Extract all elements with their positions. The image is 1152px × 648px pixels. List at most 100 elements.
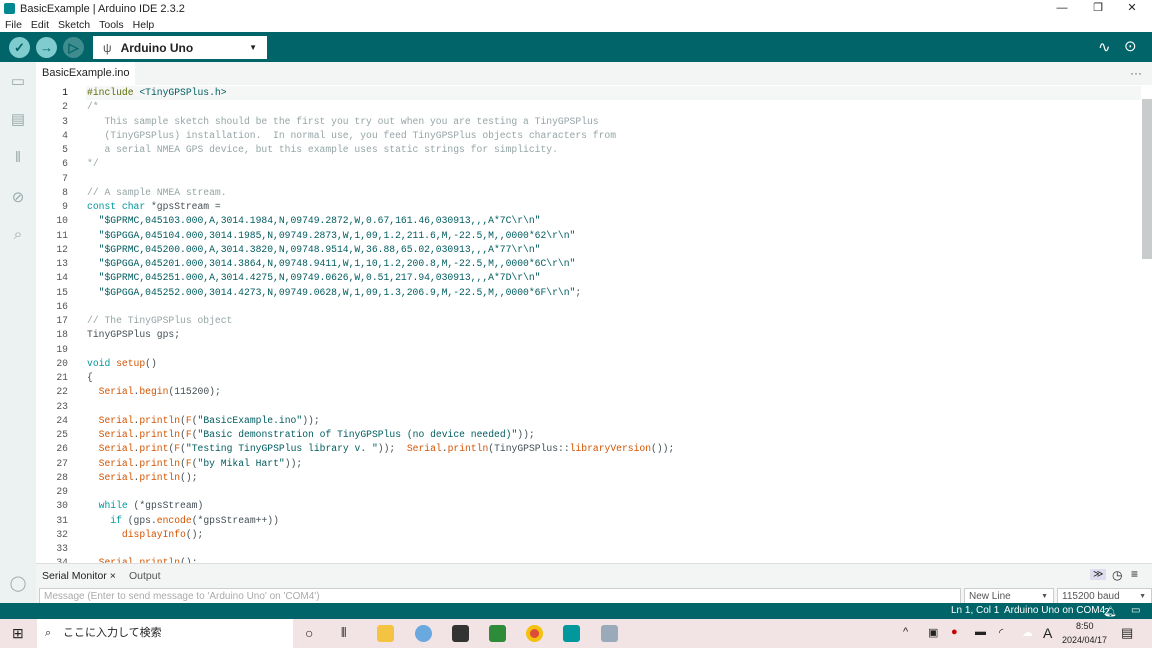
code-token: "$GPRMC,045251.000,A,3014.4275,N,09749.0… <box>87 272 541 284</box>
tray-icon[interactable]: ▣ <box>928 626 938 639</box>
code-token: println <box>139 414 181 426</box>
tab-output[interactable]: Output <box>129 570 161 582</box>
code-line[interactable]: const char *gpsStream = <box>87 200 221 214</box>
battery-icon[interactable]: ▬ <box>975 626 986 638</box>
wifi-icon[interactable]: ◜ <box>999 626 1003 639</box>
close-icon[interactable]: × <box>110 570 116 582</box>
taskbar-search[interactable]: ⌕ ここに入力して検索 <box>37 619 293 648</box>
notification-center-icon[interactable]: ▤ <box>1121 625 1133 641</box>
folder-icon[interactable]: ▭ <box>8 72 28 90</box>
tab-basicexample[interactable]: BasicExample.ino <box>36 62 136 85</box>
menu-edit[interactable]: Edit <box>31 19 49 31</box>
library-icon[interactable]: ‖ <box>8 149 28 167</box>
menu-sketch[interactable]: Sketch <box>58 19 90 31</box>
account-icon[interactable]: ◯ <box>8 574 28 592</box>
store-icon[interactable] <box>452 625 469 642</box>
menu-file[interactable]: File <box>5 19 22 31</box>
code-line[interactable]: "$GPRMC,045103.000,A,3014.1984,N,09749.2… <box>87 214 541 228</box>
line-number: 14 <box>56 272 68 284</box>
board-selector[interactable]: ψ Arduino Uno ▼ <box>93 36 267 59</box>
code-line[interactable]: Serial.println(F("by Mikal Hart")); <box>87 457 303 471</box>
code-line[interactable]: Serial.begin(115200); <box>87 385 221 399</box>
board-manager-icon[interactable]: ▤ <box>8 110 28 128</box>
info-app-icon[interactable] <box>415 625 432 642</box>
code-line[interactable]: // The TinyGPSPlus object <box>87 314 232 328</box>
paint-icon[interactable] <box>601 625 618 642</box>
debug-button[interactable]: ▷ <box>63 37 84 58</box>
baud-value: 115200 baud <box>1062 591 1120 602</box>
close-button[interactable]: ✕ <box>1116 0 1148 17</box>
code-line[interactable]: while (*gpsStream) <box>87 499 204 513</box>
file-explorer-icon[interactable] <box>377 625 394 642</box>
windows-start-icon[interactable]: ⊞ <box>12 625 24 642</box>
cortana-icon[interactable]: ○ <box>305 625 313 641</box>
line-number: 20 <box>56 357 68 369</box>
cursor-position[interactable]: Ln 1, Col 1 <box>951 605 999 616</box>
code-token: )); <box>377 443 407 455</box>
code-line[interactable]: void setup() <box>87 357 157 371</box>
line-number: 26 <box>56 443 68 455</box>
code-line[interactable]: // A sample NMEA stream. <box>87 186 227 200</box>
more-icon[interactable]: ··· <box>1130 66 1142 80</box>
arduino-taskbar-icon[interactable] <box>563 625 580 642</box>
code-line[interactable]: "$GPRMC,045200.000,A,3014.3820,N,09748.9… <box>87 243 541 257</box>
excel-app-icon[interactable] <box>489 625 506 642</box>
monitor-icon[interactable]: ⊙ <box>1124 37 1137 55</box>
code-line[interactable]: displayInfo(); <box>87 528 203 542</box>
verify-button[interactable]: ✓ <box>9 37 30 58</box>
ime-indicator[interactable]: A <box>1043 625 1052 641</box>
code-token: // A sample NMEA stream. <box>87 186 227 198</box>
code-line[interactable]: TinyGPSPlus gps; <box>87 328 180 342</box>
task-view-icon[interactable]: ⫴ <box>341 625 346 641</box>
debug-disabled-icon[interactable]: ⊘ <box>8 188 28 206</box>
board-port[interactable]: Arduino Uno on COM4 <box>1004 605 1105 616</box>
menu-tools[interactable]: Tools <box>99 19 124 31</box>
chevron-up-icon[interactable]: ^ <box>903 626 908 638</box>
code-token: { <box>87 372 93 383</box>
menu-help[interactable]: Help <box>133 19 155 31</box>
onedrive-icon[interactable]: ☁ <box>1022 626 1033 639</box>
upload-button[interactable]: → <box>36 37 57 58</box>
search-icon[interactable]: ⌕ <box>8 226 28 244</box>
code-token: () <box>145 357 157 369</box>
toggle-panel-icon[interactable]: ▭ <box>1131 605 1140 616</box>
timestamp-icon[interactable]: ◷ <box>1112 568 1122 582</box>
code-line[interactable]: This sample sketch should be the first y… <box>87 115 598 129</box>
arrow-right-icon: → <box>40 40 53 55</box>
code-line[interactable]: { <box>87 371 93 385</box>
line-number: 2 <box>62 101 68 113</box>
code-token: (*gpsStream++)) <box>191 514 279 526</box>
code-line[interactable]: if (gps.encode(*gpsStream++)) <box>87 514 279 528</box>
tab-serial-monitor[interactable]: Serial Monitor × <box>42 570 116 582</box>
code-line[interactable]: Serial.println(F("Basic demonstration of… <box>87 428 535 442</box>
code-line[interactable]: "$GPGGA,045201.000,3014.3864,N,09748.941… <box>87 257 576 271</box>
code-editor[interactable]: 1 #include <TinyGPSPlus.h> 2 /* 3 This sampl… <box>36 85 1152 563</box>
code-line[interactable]: (TinyGPSPlus) installation. In normal us… <box>87 129 616 143</box>
code-line[interactable]: #include <TinyGPSPlus.h> <box>87 86 227 100</box>
network-error-icon[interactable]: ● <box>951 626 958 638</box>
line-ending-select[interactable]: New Line ▼ <box>964 588 1054 604</box>
plotter-icon[interactable]: ∿ <box>1098 38 1111 56</box>
code-line[interactable]: Serial.println(F("BasicExample.ino")); <box>87 414 320 428</box>
code-line[interactable]: "$GPRMC,045251.000,A,3014.4275,N,09749.0… <box>87 271 541 285</box>
baud-select[interactable]: 115200 baud ▼ <box>1057 588 1152 604</box>
clock-time[interactable]: 8:50 <box>1076 621 1094 631</box>
message-input[interactable]: Message (Enter to send message to 'Ardui… <box>39 588 961 604</box>
code-line[interactable]: "$GPGGA,045252.000,3014.4273,N,09749.062… <box>87 286 582 300</box>
clock-date[interactable]: 2024/04/17 <box>1062 635 1107 645</box>
code-line[interactable]: Serial.println(); <box>87 556 198 563</box>
restore-button[interactable]: ❐ <box>1082 0 1114 17</box>
code-line[interactable]: */ <box>87 157 99 171</box>
code-line[interactable]: Serial.print(F("Testing TinyGPSPlus libr… <box>87 442 675 456</box>
clear-output-icon[interactable]: ≡ <box>1131 567 1138 581</box>
chrome-icon[interactable] <box>526 625 543 642</box>
code-line[interactable]: /* <box>87 100 99 114</box>
code-token: Serial <box>98 443 134 455</box>
code-line[interactable]: "$GPGGA,045104.000,3014.1985,N,09749.287… <box>87 229 576 243</box>
code-line[interactable]: a serial NMEA GPS device, but this examp… <box>87 143 557 157</box>
autoscroll-icon[interactable]: ≫ <box>1090 569 1107 580</box>
vertical-scrollbar[interactable] <box>1142 99 1152 259</box>
minimize-button[interactable]: — <box>1046 0 1078 17</box>
code-line[interactable]: Serial.println(); <box>87 471 198 485</box>
